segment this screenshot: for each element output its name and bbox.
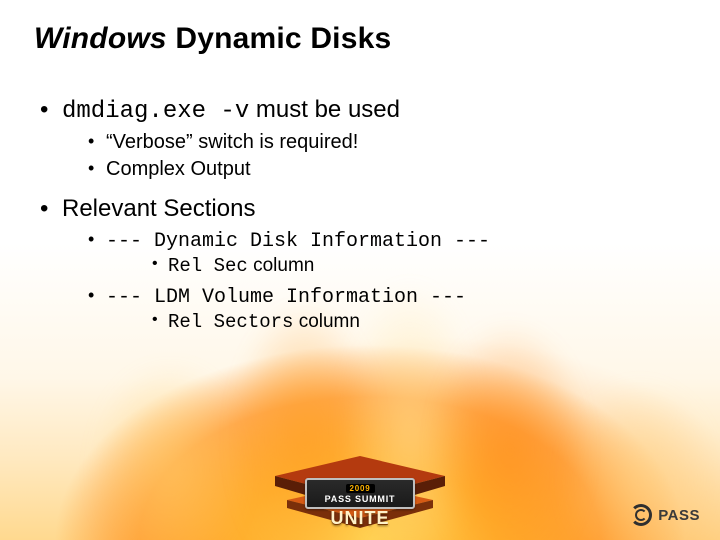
bullet-rel-sec: Rel Sec column (106, 255, 686, 277)
bullet-ldm-volume-info: --- LDM Volume Information --- Rel Secto… (62, 285, 686, 333)
badge-summit-text: PASS SUMMIT (325, 494, 396, 504)
code-rel-sectors: Rel Sectors (168, 311, 293, 333)
badge-unite-text: UNITE (331, 508, 390, 529)
slide-title: Windows Dynamic Disks (34, 22, 686, 56)
bullet-dynamic-disk-info: --- Dynamic Disk Information --- Rel Sec… (62, 229, 686, 277)
bullet-relevant-sections: Relevant Sections --- Dynamic Disk Infor… (34, 195, 686, 333)
conference-badge: 2009 PASS SUMMIT UNITE (275, 456, 445, 534)
sub-list: --- Dynamic Disk Information --- Rel Sec… (62, 229, 686, 333)
pass-logo-icon (630, 504, 652, 526)
title-rest: Dynamic Disks (167, 22, 392, 55)
slide-content: Windows Dynamic Disks dmdiag.exe -v must… (0, 0, 720, 333)
sub-list: “Verbose” switch is required! Complex Ou… (62, 131, 686, 181)
text-column: column (293, 311, 360, 332)
badge-banner: 2009 PASS SUMMIT (305, 478, 415, 509)
code-rel-sec: Rel Sec (168, 255, 248, 277)
title-word-windows: Windows (34, 22, 167, 55)
sub-sub-list: Rel Sec column (106, 255, 686, 277)
text-column: column (248, 255, 315, 276)
text-relevant-sections: Relevant Sections (62, 195, 255, 222)
code-ldm-volume-info: --- LDM Volume Information --- (106, 286, 466, 309)
code-dynamic-disk-info: --- Dynamic Disk Information --- (106, 230, 490, 253)
bullet-dmdiag: dmdiag.exe -v must be used “Verbose” swi… (34, 96, 686, 181)
bullet-complex-output: Complex Output (62, 158, 686, 181)
bullet-list: dmdiag.exe -v must be used “Verbose” swi… (34, 96, 686, 333)
text-must-be-used: must be used (249, 96, 400, 123)
pass-logo: PASS (630, 504, 700, 526)
badge-year: 2009 (346, 484, 375, 493)
sub-sub-list: Rel Sectors column (106, 311, 686, 333)
pass-logo-text: PASS (658, 507, 700, 524)
bullet-rel-sectors: Rel Sectors column (106, 311, 686, 333)
bullet-verbose: “Verbose” switch is required! (62, 131, 686, 154)
code-dmdiag: dmdiag.exe -v (62, 98, 249, 125)
